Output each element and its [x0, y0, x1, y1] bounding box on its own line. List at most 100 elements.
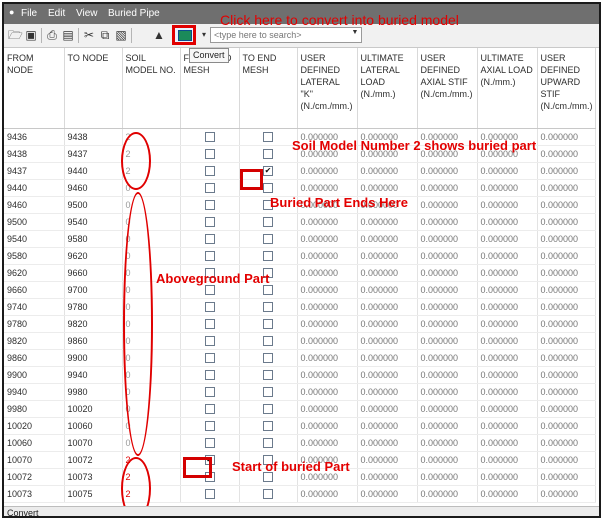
value-cell[interactable]: 0.000000: [297, 162, 358, 180]
from-mesh-cell[interactable]: [180, 196, 240, 214]
to-mesh-checkbox[interactable]: [263, 131, 273, 142]
col-soil-model[interactable]: SOIL MODEL NO.: [122, 48, 181, 129]
col-to-node[interactable]: TO NODE: [64, 48, 123, 129]
value-cell[interactable]: 0.000000: [477, 468, 538, 486]
to-node-cell[interactable]: 9660: [64, 264, 123, 282]
from-mesh-checkbox[interactable]: [204, 250, 215, 261]
value-cell[interactable]: 0.000000: [297, 383, 358, 401]
value-cell[interactable]: 0.000000: [417, 434, 478, 452]
value-cell[interactable]: 0.000000: [537, 281, 597, 299]
value-cell[interactable]: 0.000000: [417, 213, 478, 231]
value-cell[interactable]: 0.000000: [477, 451, 538, 469]
value-cell[interactable]: 0.000000: [537, 332, 597, 350]
value-cell[interactable]: 0.000000: [357, 417, 418, 435]
chevron-down-icon[interactable]: ▾: [197, 28, 211, 42]
value-cell[interactable]: 0.000000: [297, 400, 358, 418]
from-node-cell[interactable]: 9500: [4, 213, 65, 231]
value-cell[interactable]: 0.000000: [417, 264, 478, 282]
from-node-cell[interactable]: 9780: [4, 315, 65, 333]
to-mesh-checkbox[interactable]: [263, 352, 273, 363]
value-cell[interactable]: 0.000000: [477, 179, 538, 197]
to-mesh-checkbox[interactable]: [263, 420, 273, 431]
value-cell[interactable]: 0.000000: [297, 366, 358, 384]
value-cell[interactable]: 0.000000: [357, 281, 418, 299]
from-mesh-checkbox[interactable]: [204, 352, 215, 363]
value-cell[interactable]: 0.000000: [417, 230, 478, 248]
to-mesh-checkbox[interactable]: [263, 318, 273, 329]
from-mesh-cell[interactable]: [180, 366, 240, 384]
value-cell[interactable]: 0.000000: [357, 179, 418, 197]
value-cell[interactable]: 0.000000: [537, 247, 597, 265]
value-cell[interactable]: 0.000000: [417, 417, 478, 435]
from-node-cell[interactable]: 9900: [4, 366, 65, 384]
convert-button[interactable]: [172, 25, 196, 45]
to-mesh-checkbox[interactable]: [263, 233, 273, 244]
value-cell[interactable]: 0.000000: [357, 383, 418, 401]
menu-view[interactable]: View: [76, 8, 98, 19]
value-cell[interactable]: 0.000000: [417, 383, 478, 401]
from-mesh-cell[interactable]: [180, 400, 240, 418]
from-mesh-cell[interactable]: [180, 332, 240, 350]
table-row[interactable]: 9860 9900 0 0.000000 0.000000 0.000000 0.00000…: [4, 349, 597, 367]
value-cell[interactable]: 0.000000: [297, 417, 358, 435]
to-mesh-cell[interactable]: [239, 230, 298, 248]
value-cell[interactable]: 0.000000: [477, 366, 538, 384]
value-cell[interactable]: 0.000000: [417, 196, 478, 214]
from-node-cell[interactable]: 9436: [4, 128, 65, 146]
value-cell[interactable]: 0.000000: [477, 213, 538, 231]
to-mesh-checkbox[interactable]: [263, 284, 273, 295]
to-node-cell[interactable]: 9620: [64, 247, 123, 265]
chevron-down-icon[interactable]: ▼: [350, 29, 360, 41]
to-mesh-cell[interactable]: [239, 349, 298, 367]
from-mesh-checkbox[interactable]: [204, 369, 215, 380]
to-mesh-cell[interactable]: [239, 434, 298, 452]
to-node-cell[interactable]: 10060: [64, 417, 123, 435]
to-mesh-cell[interactable]: [239, 332, 298, 350]
to-mesh-checkbox[interactable]: [263, 386, 273, 397]
value-cell[interactable]: 0.000000: [477, 434, 538, 452]
from-node-cell[interactable]: 9660: [4, 281, 65, 299]
from-mesh-cell[interactable]: [180, 230, 240, 248]
to-mesh-cell[interactable]: [239, 145, 298, 163]
to-mesh-cell[interactable]: [239, 315, 298, 333]
table-row[interactable]: 9740 9780 0 0.000000 0.000000 0.000000 0.00000…: [4, 298, 597, 316]
value-cell[interactable]: 0.000000: [297, 213, 358, 231]
value-cell[interactable]: 0.000000: [417, 247, 478, 265]
value-cell[interactable]: 0.000000: [417, 468, 478, 486]
to-node-cell[interactable]: 9500: [64, 196, 123, 214]
to-node-cell[interactable]: 9460: [64, 179, 123, 197]
value-cell[interactable]: 0.000000: [297, 179, 358, 197]
from-mesh-cell[interactable]: [180, 145, 240, 163]
to-mesh-cell[interactable]: [239, 366, 298, 384]
value-cell[interactable]: 0.000000: [297, 230, 358, 248]
value-cell[interactable]: 0.000000: [357, 298, 418, 316]
to-node-cell[interactable]: 10073: [64, 468, 123, 486]
value-cell[interactable]: 0.000000: [417, 366, 478, 384]
value-cell[interactable]: 0.000000: [537, 179, 597, 197]
table-row[interactable]: 9540 9580 0 0.000000 0.000000 0.000000 0.00000…: [4, 230, 597, 248]
to-node-cell[interactable]: 9540: [64, 213, 123, 231]
value-cell[interactable]: 0.000000: [357, 400, 418, 418]
col-ultimate-lateral[interactable]: ULTIMATE LATERAL LOAD (N./mm.): [357, 48, 418, 129]
value-cell[interactable]: 0.000000: [357, 213, 418, 231]
to-mesh-cell[interactable]: [239, 417, 298, 435]
to-node-cell[interactable]: 10070: [64, 434, 123, 452]
to-node-cell[interactable]: 9940: [64, 366, 123, 384]
to-mesh-checkbox[interactable]: [263, 335, 273, 346]
table-row[interactable]: 9660 9700 0 0.000000 0.000000 0.000000 0.00000…: [4, 281, 597, 299]
value-cell[interactable]: 0.000000: [357, 468, 418, 486]
from-mesh-checkbox[interactable]: [204, 165, 215, 176]
to-mesh-checkbox[interactable]: [263, 369, 273, 380]
value-cell[interactable]: 0.000000: [297, 298, 358, 316]
value-cell[interactable]: 0.000000: [537, 230, 597, 248]
value-cell[interactable]: 0.000000: [297, 434, 358, 452]
value-cell[interactable]: 0.000000: [357, 264, 418, 282]
from-node-cell[interactable]: 10073: [4, 485, 65, 503]
value-cell[interactable]: 0.000000: [537, 162, 597, 180]
to-mesh-checkbox[interactable]: [263, 148, 273, 159]
value-cell[interactable]: 0.000000: [297, 281, 358, 299]
to-node-cell[interactable]: 9580: [64, 230, 123, 248]
value-cell[interactable]: 0.000000: [477, 196, 538, 214]
table-row[interactable]: 9437 9440 2 ✔ 0.000000 0.000000 0.000000 0.0000…: [4, 162, 597, 180]
value-cell[interactable]: 0.000000: [417, 451, 478, 469]
